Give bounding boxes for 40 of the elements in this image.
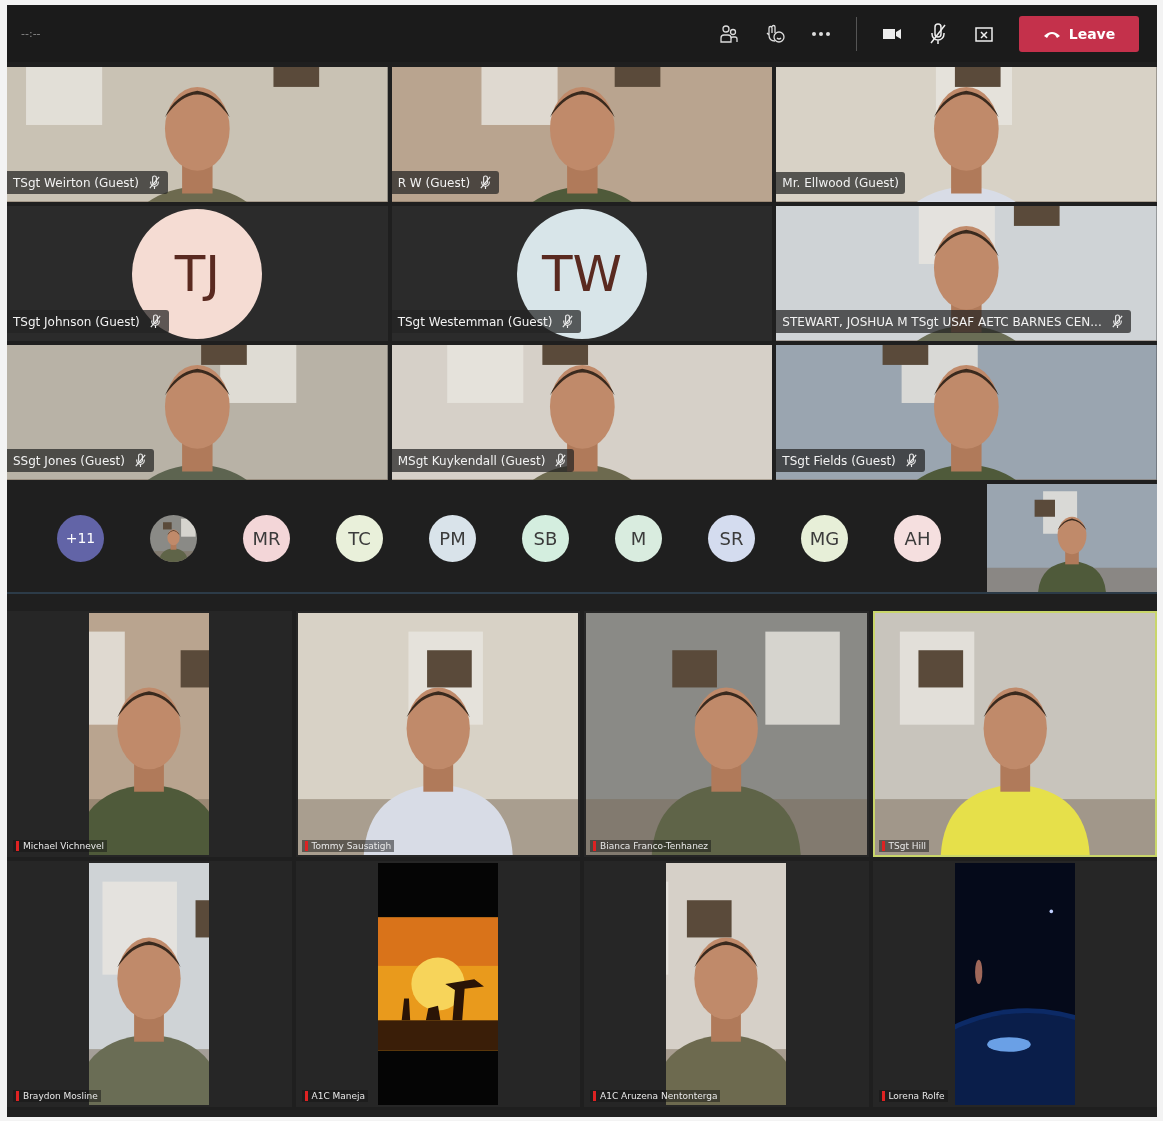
participant-name: Braydon Mosline [23, 1091, 98, 1101]
avatar[interactable] [150, 514, 197, 562]
avatar[interactable]: MG [801, 514, 848, 562]
status-icon [593, 1091, 596, 1101]
participant-name: R W (Guest) [397, 175, 471, 190]
avatar[interactable]: PM [429, 514, 476, 562]
participant-name: TSgt Weirton (Guest) [13, 175, 139, 190]
leave-button[interactable]: Leave [1019, 15, 1139, 52]
avatar[interactable]: MR [243, 514, 290, 562]
avatar[interactable]: SR [708, 514, 755, 562]
meeting-timer: --:-- [21, 27, 42, 40]
participant-name: Michael Vichnevel [23, 841, 105, 851]
avatar[interactable]: AH [894, 514, 941, 562]
participant-name: Mr. Ellwood (Guest) [782, 176, 899, 190]
status-icon [881, 841, 885, 851]
participant-name: TSgt Fields (Guest) [782, 453, 896, 468]
raise-hand-icon[interactable] [764, 22, 786, 45]
participant-name: Lorena Rolfe [888, 1091, 945, 1101]
status-icon [881, 1091, 885, 1101]
status-icon [593, 841, 596, 851]
more-participants-badge[interactable]: +11 [57, 514, 104, 562]
status-icon [304, 841, 308, 851]
avatar[interactable]: M [615, 514, 662, 562]
participant-name: TSgt Westemman (Guest) [397, 314, 553, 329]
participant-name: Tommy Sausatigh [311, 841, 392, 851]
participant-name: MSgt Kuykendall (Guest) [397, 453, 546, 468]
status-icon [304, 1091, 308, 1101]
participant-name: Bianca Franco-Tenhanez [600, 841, 709, 851]
mic-off-icon[interactable] [927, 22, 949, 45]
status-icon [16, 841, 19, 851]
participants-icon[interactable] [718, 22, 740, 45]
participant-name: A1C Aruzena Nentonterga [600, 1091, 718, 1101]
participant-name: A1C Maneja [311, 1091, 366, 1101]
participant-name: STEWART, JOSHUA M TSgt USAF AETC BARNES CEN... [782, 314, 1102, 329]
participant-name: SSgt Jones (Guest) [13, 453, 125, 468]
status-icon [16, 1091, 19, 1101]
participant-name: TSgt Hill [888, 841, 927, 851]
participant-name: TSgt Johnson (Guest) [13, 314, 140, 329]
avatar[interactable]: SB [522, 514, 569, 562]
avatar[interactable]: TC [336, 514, 383, 562]
